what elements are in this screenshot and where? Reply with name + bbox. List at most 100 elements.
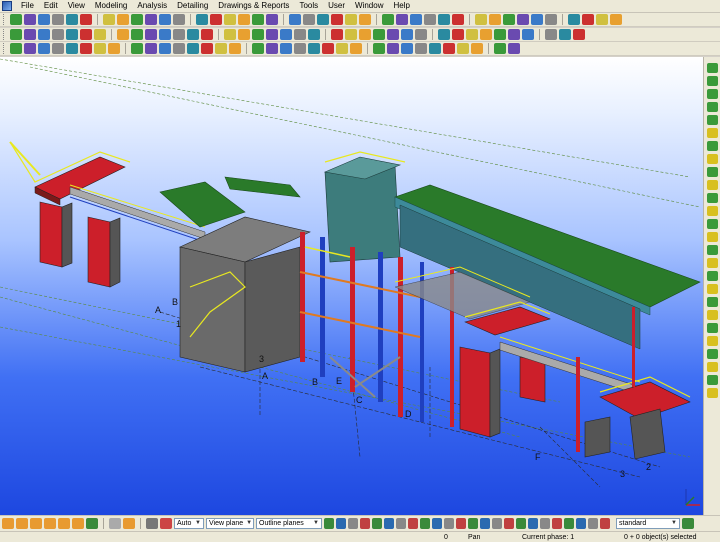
undo-icon[interactable]	[238, 14, 250, 25]
open-icon[interactable]	[396, 14, 408, 25]
point-icon[interactable]	[294, 29, 306, 40]
select-point-icon[interactable]	[706, 297, 718, 307]
plate-icon[interactable]	[38, 29, 50, 40]
grid-icon[interactable]	[173, 43, 185, 54]
view-icon[interactable]	[373, 43, 385, 54]
grid-icon[interactable]	[415, 43, 427, 54]
filter-part-icon[interactable]	[480, 518, 490, 529]
weld-icon[interactable]	[522, 29, 534, 40]
select-weld-icon[interactable]	[706, 271, 718, 281]
record-icon[interactable]	[160, 518, 172, 529]
paste-icon[interactable]	[117, 14, 129, 25]
show-part-icon[interactable]	[322, 43, 334, 54]
color-icon[interactable]	[471, 43, 483, 54]
filter-plane-icon[interactable]	[384, 518, 394, 529]
plate-icon[interactable]	[345, 29, 357, 40]
grid-icon[interactable]	[52, 43, 64, 54]
menu-help[interactable]: Help	[388, 0, 414, 12]
plane-icon[interactable]	[146, 518, 158, 529]
properties-icon[interactable]	[531, 14, 543, 25]
save-icon[interactable]	[410, 14, 422, 25]
select-part-icon[interactable]	[706, 232, 718, 242]
save-icon[interactable]	[38, 14, 50, 25]
filter-component-icon[interactable]	[408, 518, 418, 529]
cut-icon[interactable]	[266, 14, 278, 25]
select-component-icon[interactable]	[706, 245, 718, 255]
new-model-icon[interactable]	[196, 14, 208, 25]
select-plane-icon[interactable]	[706, 154, 718, 164]
snap-mode-select[interactable]: Auto ▼	[174, 518, 204, 529]
cut-part-icon[interactable]	[238, 29, 250, 40]
select-all-icon[interactable]	[706, 375, 718, 385]
column-icon[interactable]	[173, 29, 185, 40]
menu-analysis[interactable]: Analysis	[132, 0, 172, 12]
filter-plane-icon[interactable]	[540, 518, 550, 529]
fitting-icon[interactable]	[401, 29, 413, 40]
weld-icon[interactable]	[373, 29, 385, 40]
toolbar-grip-handle[interactable]	[3, 29, 6, 40]
hide-part-icon[interactable]	[94, 43, 106, 54]
rotate-icon[interactable]	[331, 14, 343, 25]
select-part-icon[interactable]	[706, 388, 718, 398]
filter-part-icon[interactable]	[324, 518, 334, 529]
filter-point-icon[interactable]	[372, 518, 382, 529]
open-icon[interactable]	[582, 14, 594, 25]
select-grid-icon[interactable]	[706, 284, 718, 294]
select-cut-icon[interactable]	[706, 167, 718, 177]
snap-mid-icon[interactable]	[16, 518, 28, 529]
snap-icon[interactable]	[187, 43, 199, 54]
zoom-icon[interactable]	[131, 14, 143, 25]
paste-icon[interactable]	[303, 14, 315, 25]
cut-part-icon[interactable]	[545, 29, 557, 40]
beam-icon[interactable]	[159, 29, 171, 40]
snap-icon[interactable]	[308, 43, 320, 54]
filter-grid-icon[interactable]	[516, 518, 526, 529]
component-icon[interactable]	[117, 29, 129, 40]
properties-icon[interactable]	[159, 14, 171, 25]
component-icon[interactable]	[266, 29, 278, 40]
open-icon[interactable]	[210, 14, 222, 25]
save-icon[interactable]	[224, 14, 236, 25]
select-weld-icon[interactable]	[706, 115, 718, 125]
fitting-icon[interactable]	[94, 29, 106, 40]
filter-icon[interactable]	[706, 193, 718, 203]
filter-assembly-icon[interactable]	[576, 518, 586, 529]
beam-icon[interactable]	[466, 29, 478, 40]
hide-part-icon[interactable]	[336, 43, 348, 54]
bolt-icon[interactable]	[52, 29, 64, 40]
menu-file[interactable]: File	[16, 0, 39, 12]
measure-icon[interactable]	[38, 43, 50, 54]
toolbar-grip-handle[interactable]	[3, 43, 6, 54]
cut-part-icon[interactable]	[387, 29, 399, 40]
point-icon[interactable]	[145, 29, 157, 40]
menu-detailing[interactable]: Detailing	[172, 0, 213, 12]
select-icon[interactable]	[109, 518, 121, 529]
reports-icon[interactable]	[359, 14, 371, 25]
filter-icon[interactable]	[706, 349, 718, 359]
new-model-icon[interactable]	[568, 14, 580, 25]
view-icon[interactable]	[131, 43, 143, 54]
snap-intersection-icon[interactable]	[44, 518, 56, 529]
view-plane-select[interactable]: View plane ▼	[206, 518, 254, 529]
select-reference-icon[interactable]	[706, 336, 718, 346]
menu-tools[interactable]: Tools	[294, 0, 323, 12]
filter-assembly-icon[interactable]	[420, 518, 430, 529]
snap-icon[interactable]	[429, 43, 441, 54]
filter-weld-icon[interactable]	[504, 518, 514, 529]
toolbar-grip-handle[interactable]	[3, 14, 6, 25]
view-icon[interactable]	[494, 43, 506, 54]
filter-weld-icon[interactable]	[348, 518, 358, 529]
cut-icon[interactable]	[80, 14, 92, 25]
filter-cut-icon[interactable]	[552, 518, 562, 529]
filter-select[interactable]: standard ▼	[616, 518, 680, 529]
plate-icon[interactable]	[187, 29, 199, 40]
cut-part-icon[interactable]	[80, 29, 92, 40]
clip-plane-icon[interactable]	[145, 43, 157, 54]
paste-icon[interactable]	[489, 14, 501, 25]
grid-icon[interactable]	[294, 43, 306, 54]
color-icon[interactable]	[229, 43, 241, 54]
app-logo-icon[interactable]	[2, 1, 12, 11]
bolt-icon[interactable]	[359, 29, 371, 40]
filter-cut-icon[interactable]	[396, 518, 406, 529]
open-icon[interactable]	[24, 14, 36, 25]
